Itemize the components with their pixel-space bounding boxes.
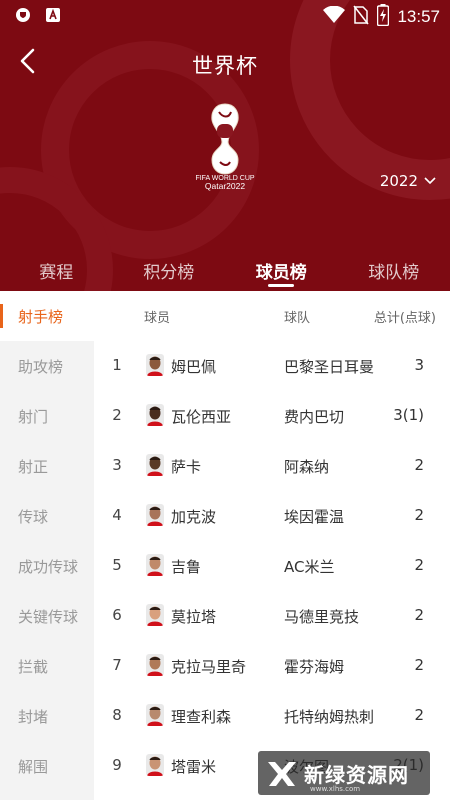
watermark-url: www.xlhs.com (310, 785, 361, 793)
table-header: 球员 球队 总计(点球) (94, 291, 450, 341)
rank-number: 1 (112, 356, 122, 374)
status-time: 13:57 (397, 7, 440, 26)
sidebar-item-interceptions[interactable]: 拦截 (0, 641, 94, 691)
sidebar-item-top-scorers[interactable]: 射手榜 (0, 291, 94, 341)
table-row[interactable]: 8 理查利森 托特纳姆热刺 2 (94, 691, 450, 741)
player-avatar (146, 554, 164, 576)
chevron-down-icon (424, 177, 436, 185)
goal-total: 3 (414, 356, 424, 374)
player-name: 克拉马里奇 (171, 658, 247, 676)
player-avatar (146, 504, 164, 526)
wifi-icon (323, 5, 346, 28)
player-avatar (146, 754, 164, 776)
team-name: 霍芬海姆 (284, 658, 345, 676)
player-name: 加克波 (171, 508, 217, 526)
sidebar-item-shots-on-target[interactable]: 射正 (0, 441, 94, 491)
goal-total: 3(1) (393, 406, 424, 424)
watermark-text: 新绿资源网 (304, 762, 409, 787)
tab-schedule[interactable]: 赛程 (0, 252, 113, 291)
rank-number: 2 (112, 406, 122, 424)
rank-number: 5 (112, 556, 122, 574)
scorers-table: 球员 球队 总计(点球) 1 姆巴佩 巴黎圣日耳曼 3 2 瓦伦西亚 费内巴切 3(1) 3 萨卡… (94, 291, 450, 791)
rank-number: 3 (112, 456, 122, 474)
battery-charging-icon (377, 4, 390, 30)
sidebar-item-successful-passes[interactable]: 成功传球 (0, 541, 94, 591)
no-sim-icon (353, 5, 370, 29)
tab-player-rankings[interactable]: 球员榜 (225, 252, 338, 291)
player-avatar (146, 654, 164, 676)
sidebar-item-passes[interactable]: 传球 (0, 491, 94, 541)
page-title: 世界杯 (192, 54, 258, 78)
rank-number: 7 (112, 656, 122, 674)
sidebar-item-key-passes[interactable]: 关键传球 (0, 591, 94, 641)
table-row[interactable]: 5 吉鲁 AC米兰 2 (94, 541, 450, 591)
watermark-logo-icon (268, 762, 296, 786)
player-avatar (146, 704, 164, 726)
logo-caption-line2: Qatar2022 (205, 181, 245, 191)
category-tabs: 赛程 积分榜 球员榜 球队榜 (0, 252, 450, 291)
rank-number: 4 (112, 506, 122, 524)
team-name: 马德里竞技 (284, 608, 360, 626)
player-name: 莫拉塔 (171, 608, 217, 626)
player-avatar (146, 454, 164, 476)
sidebar-item-shots[interactable]: 射门 (0, 391, 94, 441)
goal-total: 2 (414, 606, 424, 624)
team-name: AC米兰 (284, 558, 335, 576)
player-name: 吉鲁 (171, 558, 202, 576)
team-name: 托特纳姆热刺 (284, 708, 375, 726)
stat-category-sidebar: 射手榜 助攻榜 射门 射正 传球 成功传球 关键传球 拦截 封堵 解围 (0, 291, 94, 800)
shield-icon (14, 6, 32, 24)
goal-total: 2 (414, 556, 424, 574)
status-bar: 13:57 (0, 0, 450, 32)
goal-total: 2 (414, 456, 424, 474)
goal-total: 2 (414, 706, 424, 724)
player-avatar (146, 404, 164, 426)
header-banner: 13:57 世界杯 FIFA WORLD CUP Qatar2022 2022 … (0, 0, 450, 291)
a-badge-icon (44, 6, 62, 24)
player-avatar (146, 604, 164, 626)
year-value: 2022 (379, 172, 418, 190)
table-row[interactable]: 6 莫拉塔 马德里竞技 2 (94, 591, 450, 641)
table-row[interactable]: 4 加克波 埃因霍温 2 (94, 491, 450, 541)
rank-number: 9 (112, 756, 122, 774)
team-name: 阿森纳 (284, 458, 330, 476)
player-name: 理查利森 (171, 708, 232, 726)
player-name: 瓦伦西亚 (171, 408, 232, 426)
team-name: 埃因霍温 (284, 508, 345, 526)
goal-total: 2 (414, 506, 424, 524)
table-row[interactable]: 7 克拉马里奇 霍芬海姆 2 (94, 641, 450, 691)
tab-team-rankings[interactable]: 球队榜 (338, 252, 450, 291)
player-name: 萨卡 (171, 458, 202, 476)
sidebar-item-assists[interactable]: 助攻榜 (0, 341, 94, 391)
team-name: 费内巴切 (284, 408, 345, 426)
rank-number: 6 (112, 606, 122, 624)
table-row[interactable]: 2 瓦伦西亚 费内巴切 3(1) (94, 391, 450, 441)
sidebar-item-blocks[interactable]: 封堵 (0, 691, 94, 741)
player-name: 姆巴佩 (171, 358, 217, 376)
player-name: 塔雷米 (171, 758, 217, 776)
world-cup-logo: FIFA WORLD CUP Qatar2022 (184, 100, 266, 192)
tab-standings[interactable]: 积分榜 (113, 252, 226, 291)
year-dropdown[interactable]: 2022 (380, 172, 436, 190)
team-name: 巴黎圣日耳曼 (284, 358, 375, 376)
column-header-team: 球队 (284, 311, 311, 326)
rank-number: 8 (112, 706, 122, 724)
sidebar-item-clearances[interactable]: 解围 (0, 741, 94, 791)
column-header-total: 总计(点球) (373, 311, 436, 326)
column-header-player: 球员 (144, 311, 171, 326)
table-row[interactable]: 1 姆巴佩 巴黎圣日耳曼 3 (94, 341, 450, 391)
player-avatar (146, 354, 164, 376)
goal-total: 2 (414, 656, 424, 674)
table-row[interactable]: 3 萨卡 阿森纳 2 (94, 441, 450, 491)
